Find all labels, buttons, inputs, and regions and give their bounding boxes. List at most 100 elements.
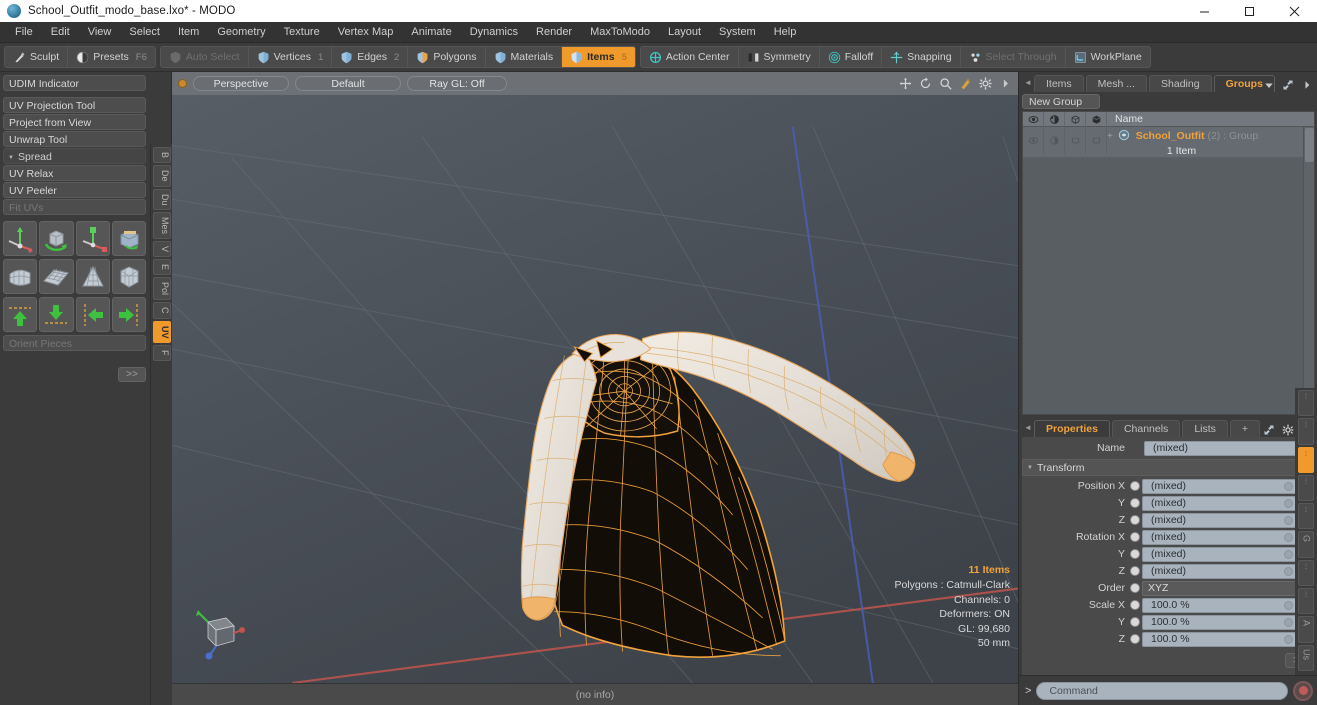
- workplane-button[interactable]: WorkPlane: [1066, 47, 1150, 67]
- viewport-menu-dot-icon[interactable]: [178, 79, 187, 88]
- menu-item-view[interactable]: View: [79, 22, 121, 43]
- minimize-button[interactable]: [1182, 0, 1227, 22]
- left-tab-mes[interactable]: Mes: [153, 212, 171, 240]
- arrow-up-icon[interactable]: [3, 297, 38, 332]
- left-tab-du[interactable]: Du: [153, 188, 171, 211]
- expand-toggle-icon[interactable]: +: [1107, 131, 1113, 142]
- zoom-icon[interactable]: [939, 77, 952, 90]
- position-y-field[interactable]: (mixed)◀▶: [1142, 495, 1314, 511]
- right-tab-5[interactable]: ⋮: [1298, 503, 1314, 530]
- select-through-button[interactable]: Select Through: [961, 47, 1066, 67]
- vertices-button[interactable]: Vertices 1: [249, 47, 333, 67]
- tab-mesh[interactable]: Mesh ...: [1085, 75, 1148, 92]
- panel-menu-icon[interactable]: [1301, 79, 1313, 91]
- tab-scroll-left-icon[interactable]: ◄: [1022, 74, 1034, 92]
- presets-button[interactable]: Presets F6: [68, 47, 155, 67]
- scale-y-radio[interactable]: [1130, 617, 1140, 627]
- table-row[interactable]: + School_Outfit (2) : Group 1 Item: [1023, 127, 1314, 158]
- rotation-z-radio[interactable]: [1130, 566, 1140, 576]
- menu-item-maxtomodo[interactable]: MaxToModo: [581, 22, 659, 43]
- left-tab-e[interactable]: E: [153, 259, 171, 276]
- auto-select-button[interactable]: Auto Select: [161, 47, 249, 67]
- menu-item-texture[interactable]: Texture: [275, 22, 329, 43]
- left-tab-b[interactable]: B: [153, 147, 171, 164]
- menu-item-geometry[interactable]: Geometry: [208, 22, 274, 43]
- tool-uv-peeler[interactable]: UV Peeler: [3, 182, 146, 198]
- tool-uv-projection[interactable]: UV Projection Tool: [3, 97, 146, 113]
- chevron-down-icon[interactable]: [1263, 79, 1275, 91]
- position-x-field[interactable]: (mixed)◀▶: [1142, 478, 1314, 494]
- scrollbar-thumb[interactable]: [1305, 128, 1314, 162]
- new-group-button[interactable]: New Group: [1022, 94, 1100, 109]
- chevron-right-icon[interactable]: [999, 77, 1012, 90]
- tab-lists[interactable]: Lists: [1182, 420, 1228, 437]
- tool-udim-indicator[interactable]: UDIM Indicator: [3, 75, 146, 91]
- materials-button[interactable]: Materials: [486, 47, 563, 67]
- tab-shading[interactable]: Shading: [1149, 75, 1212, 92]
- right-tab-4[interactable]: ⋮: [1298, 474, 1314, 502]
- right-tab-2[interactable]: ⋮: [1298, 418, 1314, 445]
- tool-uv-relax[interactable]: UV Relax: [3, 165, 146, 181]
- eye-icon[interactable]: [1023, 111, 1044, 127]
- arrow-left-icon[interactable]: [75, 297, 110, 332]
- command-input[interactable]: Command: [1036, 681, 1288, 700]
- menu-item-system[interactable]: System: [710, 22, 765, 43]
- scale-x-radio[interactable]: [1130, 600, 1140, 610]
- tool-unwrap[interactable]: Unwrap Tool: [3, 131, 146, 147]
- right-tab-6[interactable]: G: [1298, 531, 1314, 558]
- maximize-button[interactable]: [1227, 0, 1272, 22]
- right-tab-9[interactable]: A: [1298, 616, 1314, 643]
- menu-item-select[interactable]: Select: [120, 22, 169, 43]
- box-outline-icon[interactable]: [1065, 111, 1086, 127]
- properties-scroll-left-icon[interactable]: ◄: [1022, 419, 1034, 437]
- left-tab-pol[interactable]: Pol: [153, 277, 171, 301]
- menu-item-help[interactable]: Help: [765, 22, 806, 43]
- row-lock-toggle[interactable]: [1044, 127, 1065, 154]
- pan-icon[interactable]: [899, 77, 912, 90]
- falloff-button[interactable]: Falloff: [820, 47, 883, 67]
- name-field[interactable]: (mixed): [1144, 440, 1314, 456]
- gear-icon[interactable]: [979, 77, 992, 90]
- menu-item-file[interactable]: File: [6, 22, 42, 43]
- 3d-viewport[interactable]: 11 Items Polygons : Catmull-Clark Channe…: [172, 95, 1018, 683]
- tab-channels[interactable]: Channels: [1111, 420, 1181, 437]
- rotation-y-radio[interactable]: [1130, 549, 1140, 559]
- right-tab-7[interactable]: ⋮: [1298, 559, 1314, 587]
- left-tab-v[interactable]: V: [153, 241, 171, 258]
- select-tool-icon[interactable]: [959, 77, 972, 90]
- menu-item-render[interactable]: Render: [527, 22, 581, 43]
- group-list-scrollbar[interactable]: [1303, 127, 1314, 414]
- polygons-button[interactable]: Polygons: [408, 47, 486, 67]
- tab-properties[interactable]: Properties: [1034, 420, 1110, 437]
- tool-project-from-view[interactable]: Project from View: [3, 114, 146, 130]
- rotate-icon[interactable]: [919, 77, 932, 90]
- scale-z-radio[interactable]: [1130, 634, 1140, 644]
- arrow-right-icon[interactable]: [111, 297, 146, 332]
- grid-plane-icon[interactable]: [39, 259, 74, 294]
- scale-z-field[interactable]: 100.0 %◀▶: [1142, 631, 1314, 647]
- sculpt-button[interactable]: Sculpt: [5, 47, 69, 67]
- group-list-empty-area[interactable]: [1023, 158, 1314, 414]
- cube-wire-icon[interactable]: [111, 259, 146, 294]
- rotation-z-field[interactable]: (mixed)◀▶: [1142, 563, 1314, 579]
- right-tab-10[interactable]: Us: [1298, 644, 1314, 671]
- order-radio[interactable]: [1130, 583, 1140, 593]
- row-eye-toggle[interactable]: [1023, 127, 1044, 154]
- right-tab-3[interactable]: ⋮: [1298, 446, 1314, 473]
- left-more-button[interactable]: >>: [118, 367, 146, 382]
- viewport-shading-selector[interactable]: Default: [295, 76, 401, 91]
- rotation-x-radio[interactable]: [1130, 532, 1140, 542]
- section-spread[interactable]: Spread: [3, 148, 146, 166]
- rotation-x-field[interactable]: (mixed)◀▶: [1142, 529, 1314, 545]
- menu-item-edit[interactable]: Edit: [42, 22, 79, 43]
- tab-add[interactable]: +: [1229, 420, 1261, 437]
- right-tab-8[interactable]: ⋮: [1298, 588, 1314, 615]
- transform-box-icon[interactable]: [111, 221, 146, 256]
- viewport-raygl-toggle[interactable]: Ray GL: Off: [407, 76, 507, 91]
- tab-items[interactable]: Items: [1034, 75, 1084, 92]
- viewport-view-selector[interactable]: Perspective: [193, 76, 289, 91]
- position-x-radio[interactable]: [1130, 481, 1140, 491]
- position-z-field[interactable]: (mixed)◀▶: [1142, 512, 1314, 528]
- position-z-radio[interactable]: [1130, 515, 1140, 525]
- maximize-properties-icon[interactable]: [1263, 424, 1275, 436]
